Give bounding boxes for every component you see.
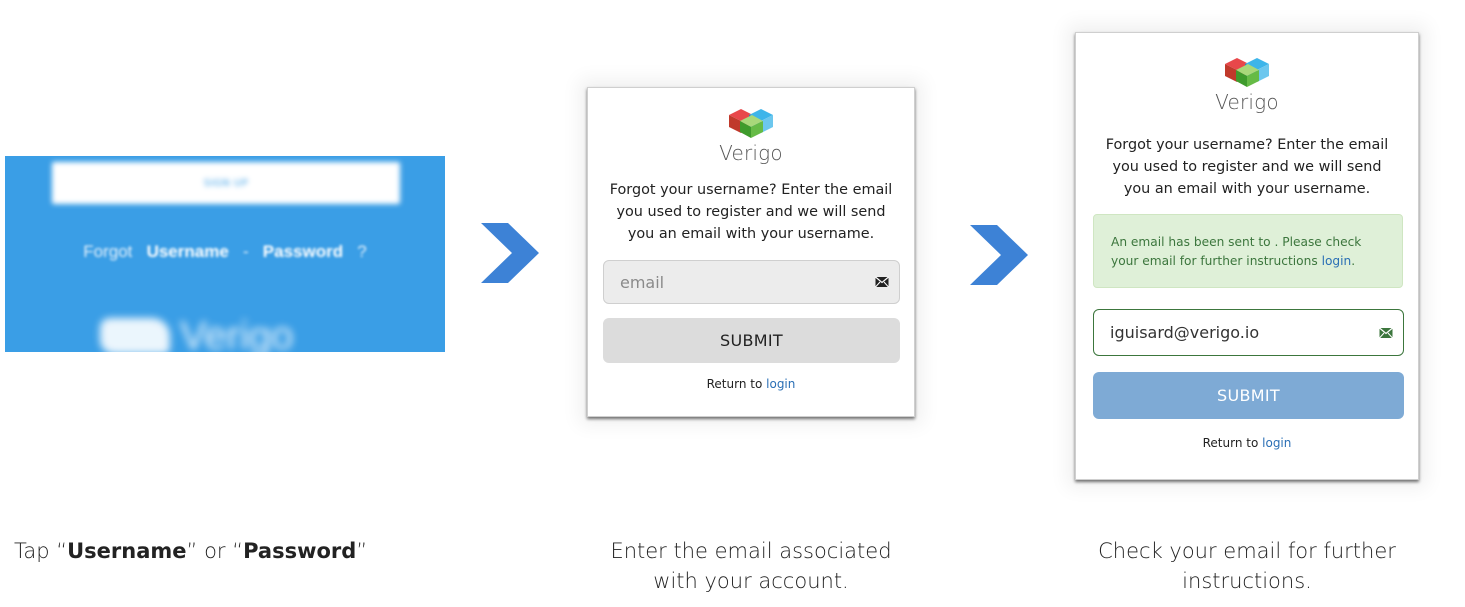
banner-brand: Verigo	[100, 306, 400, 352]
forgot-username-card-empty: Verigo Forgot your username? Enter the e…	[587, 87, 915, 417]
signup-button[interactable]: SIGN UP	[52, 162, 400, 204]
instruction-line: you used to register and we will send	[1112, 159, 1382, 175]
instruction-line: Forgot your username? Enter the email	[1105, 137, 1389, 153]
caption-line: with your account.	[653, 569, 849, 593]
verigo-logo-icon	[1225, 58, 1269, 87]
verigo-logo-icon	[729, 109, 773, 138]
caption-step-1: Tap “Username” or “Password”	[14, 536, 444, 566]
alert-line: An email has been sent to . Please check	[1111, 235, 1362, 249]
app-login-banner: SIGN UP Forgot Username - Password ? Ver…	[5, 156, 445, 352]
verigo-logo-icon	[100, 318, 170, 352]
forgot-username-link[interactable]: Username	[147, 242, 229, 261]
caption-step-2: Enter the email associated with your acc…	[556, 536, 946, 596]
instruction-line: you an email with your username.	[627, 226, 875, 242]
return-to-login: Return to login	[1076, 436, 1418, 450]
login-link[interactable]: login	[1262, 436, 1291, 450]
caption-line: instructions.	[1182, 569, 1312, 593]
caption-line: Check your email for further	[1098, 539, 1396, 563]
return-label: Return to	[1202, 436, 1259, 450]
caption-text: ”	[356, 539, 368, 563]
forgot-label: Forgot	[83, 242, 133, 261]
alert-line-text: your email for further instructions	[1111, 254, 1318, 268]
alert-period: .	[1351, 254, 1356, 268]
envelope-icon	[875, 276, 889, 288]
email-field[interactable]	[603, 260, 900, 304]
email-field[interactable]	[1093, 309, 1404, 356]
forgot-separator: -	[242, 242, 249, 261]
instruction-text: Forgot your username? Enter the email yo…	[1076, 134, 1418, 200]
email-input[interactable]	[620, 272, 899, 292]
caption-text: Tap “	[14, 539, 68, 563]
alert-login-link[interactable]: login	[1322, 254, 1352, 268]
brand-name: Verigo	[719, 141, 783, 165]
submit-button[interactable]: SUBMIT	[603, 318, 900, 363]
forgot-password-link[interactable]: Password	[263, 242, 343, 261]
chevron-right-icon	[970, 225, 1028, 285]
brand-name: Verigo	[1215, 90, 1279, 114]
forgot-question-mark: ?	[357, 242, 367, 261]
instruction-line: Forgot your username? Enter the email	[609, 182, 893, 198]
caption-username: Username	[67, 539, 187, 563]
instruction-text: Forgot your username? Enter the email yo…	[588, 179, 914, 245]
forgot-username-card-success: Verigo Forgot your username? Enter the e…	[1075, 32, 1419, 480]
banner-brand-text: Verigo	[180, 313, 294, 353]
caption-password: Password	[243, 539, 357, 563]
caption-text: ” or “	[186, 539, 244, 563]
submit-button[interactable]: SUBMIT	[1093, 372, 1404, 419]
instruction-line: you an email with your username.	[1123, 181, 1371, 197]
chevron-right-icon	[481, 223, 539, 283]
return-label: Return to	[706, 377, 763, 391]
login-link[interactable]: login	[766, 377, 795, 391]
instruction-line: you used to register and we will send	[616, 204, 886, 220]
caption-step-3: Check your email for further instruction…	[1052, 536, 1442, 596]
return-to-login: Return to login	[588, 377, 914, 391]
success-alert: An email has been sent to . Please check…	[1093, 214, 1403, 288]
forgot-row: Forgot Username - Password ?	[5, 242, 445, 262]
envelope-icon	[1379, 327, 1393, 338]
alert-line: your email for further instructions logi…	[1111, 252, 1392, 271]
email-input[interactable]	[1110, 323, 1403, 342]
caption-line: Enter the email associated	[610, 539, 892, 563]
